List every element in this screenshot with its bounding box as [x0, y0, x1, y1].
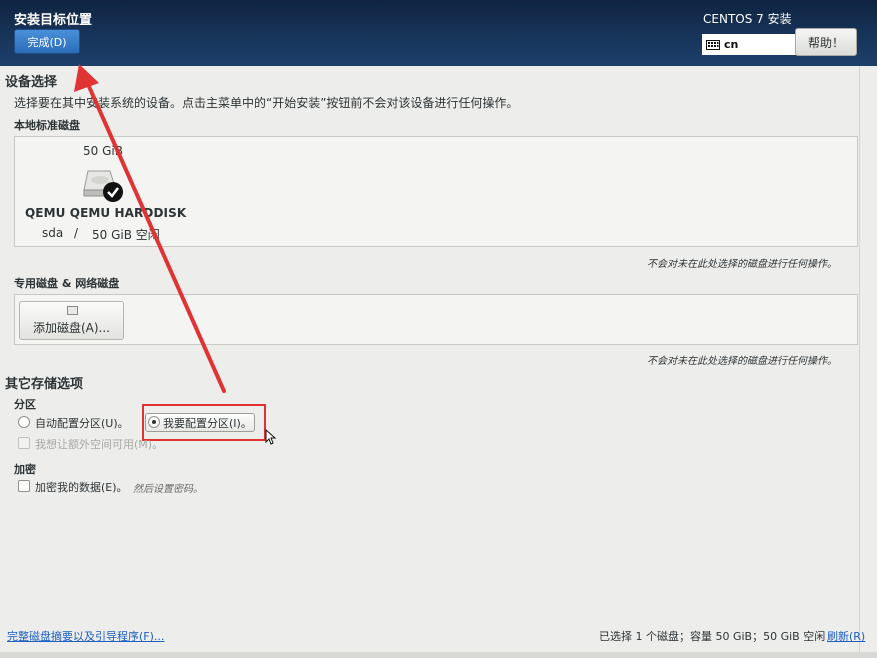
encrypt-hint: 然后设置密码。	[133, 484, 203, 495]
auto-partition-radio[interactable]	[18, 416, 30, 428]
specialized-disks-note: 不会对未在此处选择的磁盘进行任何操作。	[647, 356, 837, 367]
selection-status: 已选择 1 个磁盘；容量 50 GiB；50 GiB 空闲	[599, 630, 826, 643]
encryption-heading: 加密	[14, 463, 36, 476]
refresh-link[interactable]: 刷新(R)	[827, 628, 865, 644]
disk-size: 50 GiB	[83, 144, 123, 158]
product-title: CENTOS 7 安装	[703, 12, 792, 26]
mouse-cursor-icon	[265, 429, 277, 445]
header-bar: 安装目标位置 完成(D) CENTOS 7 安装 cn 帮助！	[0, 0, 877, 66]
specialized-disks-heading: 专用磁盘 & 网络磁盘	[14, 277, 120, 290]
disk-device: sda	[42, 226, 64, 240]
keyboard-layout-indicator[interactable]: cn	[702, 34, 798, 55]
selected-check-icon	[103, 182, 123, 202]
add-disk-label: 添加磁盘(A)...	[32, 321, 111, 335]
local-disks-note: 不会对未在此处选择的磁盘进行任何操作。	[647, 259, 837, 270]
scrollbar[interactable]	[859, 66, 877, 652]
disk-separator: /	[74, 226, 79, 240]
extra-space-label: 我想让额外空间可用(M)。	[35, 438, 164, 451]
extra-space-checkbox[interactable]	[18, 437, 30, 449]
local-disks-heading: 本地标准磁盘	[14, 119, 80, 132]
device-selection-heading: 设备选择	[5, 75, 58, 90]
done-button[interactable]: 完成(D)	[14, 29, 80, 54]
disk-free-space: 50 GiB 空闲	[92, 228, 160, 242]
encrypt-label[interactable]: 加密我的数据(E)。	[35, 479, 128, 495]
disk-add-icon	[67, 306, 78, 315]
add-disk-button[interactable]: 添加磁盘(A)...	[19, 301, 124, 340]
page-title: 安装目标位置	[14, 13, 93, 28]
specialized-disks-panel	[14, 294, 858, 345]
device-selection-description: 选择要在其中安装系统的设备。点击主菜单中的“开始安装”按钮前不会对该设备进行任何…	[14, 96, 519, 110]
keyboard-icon	[706, 39, 720, 50]
disk-summary-link[interactable]: 完整磁盘摘要以及引导程序(F)...	[7, 628, 164, 644]
partitioning-heading: 分区	[14, 398, 36, 411]
auto-partition-label[interactable]: 自动配置分区(U)。	[35, 415, 129, 431]
disk-tile[interactable]	[82, 168, 126, 204]
help-button[interactable]: 帮助！	[795, 28, 857, 56]
bottom-edge	[0, 652, 877, 658]
keyboard-layout-label: cn	[724, 38, 739, 51]
encrypt-checkbox[interactable]	[18, 480, 30, 492]
other-options-heading: 其它存储选项	[5, 377, 84, 392]
disk-name: QEMU QEMU HARDDISK	[25, 206, 187, 220]
